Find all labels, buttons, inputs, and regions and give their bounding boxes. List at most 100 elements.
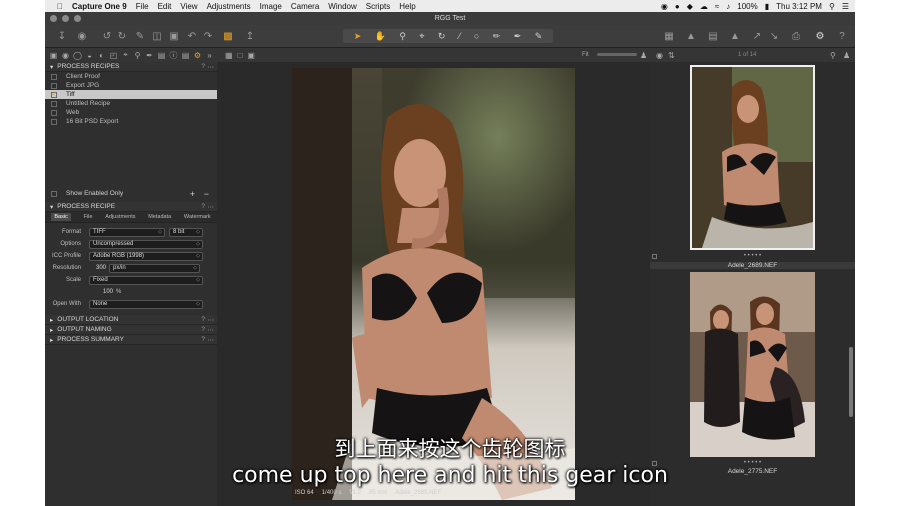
recipe-item[interactable]: Web: [45, 108, 217, 117]
more-tabs-icon[interactable]: »: [205, 51, 214, 60]
menu-file[interactable]: File: [136, 2, 149, 11]
scale-percent-input[interactable]: 100: [89, 289, 116, 295]
undo-icon[interactable]: ↶: [185, 29, 199, 43]
adjust-tab-icon[interactable]: ✒: [145, 51, 154, 60]
apple-menu-icon[interactable]: : [57, 2, 63, 11]
volume-icon[interactable]: ♪: [726, 2, 730, 11]
resolution-unit-select[interactable]: px/in: [109, 263, 200, 273]
recipe-item[interactable]: Untitled Recipe: [45, 99, 217, 108]
menu-scripts[interactable]: Scripts: [366, 2, 390, 11]
grid-icon[interactable]: ▦: [662, 29, 676, 43]
help-icon[interactable]: ?: [201, 203, 205, 210]
icc-profile-select[interactable]: Adobe RGB (1998): [89, 251, 203, 261]
search-icon[interactable]: ⚲: [830, 51, 836, 60]
recipe-checkbox[interactable]: [51, 82, 57, 89]
pan-tool-icon[interactable]: ✋: [375, 31, 386, 42]
single-view-icon[interactable]: □: [238, 51, 243, 60]
notification-icon[interactable]: ☰: [842, 2, 849, 11]
spot-tool-icon[interactable]: ○: [474, 31, 479, 41]
wifi-icon[interactable]: ≈: [715, 2, 719, 11]
recipe-item[interactable]: Client Proof: [45, 72, 217, 81]
more-icon[interactable]: ⋯: [208, 336, 215, 344]
details-tab-icon[interactable]: ◰: [109, 51, 118, 60]
eye-icon[interactable]: ◉: [656, 51, 663, 60]
keystone-tool-icon[interactable]: ⁄: [459, 31, 461, 41]
print-icon[interactable]: ⎙: [789, 29, 803, 43]
tag-checkbox[interactable]: [652, 254, 657, 259]
focus-mask-icon[interactable]: ▲: [728, 29, 742, 43]
menu-edit[interactable]: Edit: [158, 2, 172, 11]
menu-image[interactable]: Image: [260, 2, 282, 11]
user-icon[interactable]: ♟: [640, 51, 647, 60]
menu-view[interactable]: View: [180, 2, 197, 11]
thumbnail-image[interactable]: [690, 65, 815, 250]
show-enabled-only[interactable]: Show Enabled Only + −: [45, 189, 217, 199]
recipe-checkbox[interactable]: [51, 109, 57, 116]
import-icon[interactable]: ↧: [55, 29, 69, 43]
show-enabled-checkbox[interactable]: [51, 190, 57, 197]
sort-icon[interactable]: ⇅: [668, 51, 675, 60]
lens-tab-icon[interactable]: ◯: [73, 51, 82, 60]
cloud-icon[interactable]: ☁: [700, 2, 708, 11]
gear-icon[interactable]: ⚙: [813, 29, 827, 43]
bit-depth-select[interactable]: 8 bit: [169, 227, 203, 237]
copy-icon[interactable]: ▣: [167, 29, 181, 43]
capture-tab-icon[interactable]: ◉: [61, 51, 70, 60]
output-location-header[interactable]: ▸ OUTPUT LOCATION ? ⋯: [45, 315, 217, 325]
proof-icon[interactable]: ▤: [706, 29, 720, 43]
rating-stars[interactable]: • • • • •: [650, 253, 855, 259]
menu-camera[interactable]: Camera: [291, 2, 319, 11]
battery-icon[interactable]: ▮: [765, 2, 769, 11]
local-tab-icon[interactable]: ⚲: [133, 51, 142, 60]
recipe-checkbox[interactable]: [51, 73, 57, 80]
tab-adjustments[interactable]: Adjustments: [105, 214, 135, 220]
export-icon[interactable]: ↥: [243, 29, 257, 43]
status-icon[interactable]: ●: [675, 2, 680, 11]
user-icon[interactable]: ♟: [843, 51, 850, 60]
menu-window[interactable]: Window: [328, 2, 356, 11]
capture-icon[interactable]: ◉: [75, 29, 89, 43]
output-tab-icon[interactable]: ▤: [181, 51, 190, 60]
recipe-checkbox-checked[interactable]: ✓: [51, 91, 57, 98]
edit-icon[interactable]: ✎: [133, 29, 147, 43]
output-gear-tab-icon[interactable]: ⚙: [193, 51, 202, 60]
add-recipe-button[interactable]: +: [190, 189, 195, 199]
recipe-item-selected[interactable]: ✓ Tiff: [45, 90, 217, 99]
info-tab-icon[interactable]: ⓘ: [169, 51, 178, 60]
metadata-tab-icon[interactable]: ▤: [157, 51, 166, 60]
rotate-left-icon[interactable]: ↺: [100, 29, 114, 43]
exposure-warning-icon[interactable]: ▲: [684, 29, 698, 43]
color-tab-icon[interactable]: ◒: [85, 51, 94, 60]
output-naming-header[interactable]: ▸ OUTPUT NAMING ? ⋯: [45, 325, 217, 335]
annotate-tool-icon[interactable]: ✎: [535, 31, 543, 42]
process-recipe-header[interactable]: ▾ PROCESS RECIPE ? ⋯: [45, 202, 217, 212]
dropbox-icon[interactable]: ◆: [687, 2, 693, 11]
compare-view-icon[interactable]: ▣: [247, 51, 255, 60]
crop-tool-icon[interactable]: ⌖: [419, 31, 424, 42]
fit-label[interactable]: Fit: [582, 52, 589, 58]
picker-tool-icon[interactable]: ✒: [514, 31, 522, 42]
apply-adjustments-icon[interactable]: ↘: [767, 29, 781, 43]
more-icon[interactable]: ⋯: [208, 326, 215, 334]
crop-tab-icon[interactable]: ⌖: [121, 50, 130, 60]
help-icon[interactable]: ?: [835, 29, 849, 43]
format-select[interactable]: TIFF: [89, 227, 165, 237]
clock[interactable]: Thu 3:12 PM: [776, 2, 822, 11]
zoom-tool-icon[interactable]: ⚲: [399, 31, 406, 42]
scale-select[interactable]: Fixed: [89, 275, 203, 285]
app-menu[interactable]: Capture One 9: [72, 2, 127, 11]
recipe-item[interactable]: 16 Bit PSD Export: [45, 117, 217, 126]
tab-watermark[interactable]: Watermark: [184, 214, 211, 220]
process-summary-header[interactable]: ▸ PROCESS SUMMARY ? ⋯: [45, 335, 217, 345]
more-icon[interactable]: ⋯: [208, 203, 215, 211]
zoom-slider[interactable]: [597, 53, 637, 56]
more-icon[interactable]: ⋯: [208, 316, 215, 324]
menu-adjustments[interactable]: Adjustments: [207, 2, 251, 11]
resolution-input[interactable]: 300: [89, 265, 109, 271]
tab-file[interactable]: File: [84, 214, 93, 220]
help-icon[interactable]: ?: [201, 336, 205, 343]
help-icon[interactable]: ?: [201, 326, 205, 333]
browser-scrollbar[interactable]: [849, 347, 853, 417]
library-tab-icon[interactable]: ▣: [49, 51, 58, 60]
tab-basic[interactable]: Basic: [51, 213, 71, 221]
